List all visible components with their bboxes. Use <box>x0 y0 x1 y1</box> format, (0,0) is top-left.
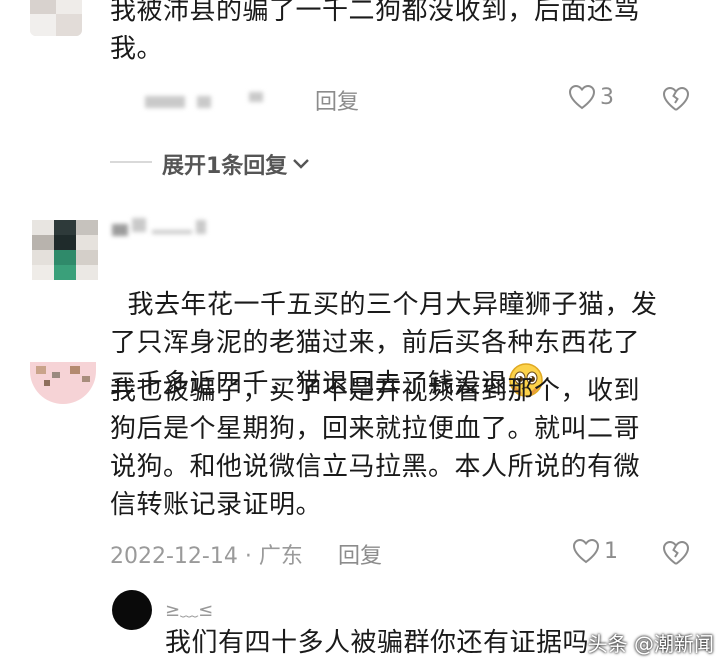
avatar[interactable] <box>112 590 152 630</box>
expand-divider <box>110 161 152 163</box>
comment-text: 我也被骗了，买了不是开视频看到那个，收到 狗后是个星期狗，回来就拉便血了。就叫二… <box>110 376 641 520</box>
chevron-down-icon <box>291 152 311 177</box>
dislike-button[interactable] <box>662 540 690 570</box>
username <box>112 218 212 240</box>
reply-button[interactable]: 回复 <box>315 84 359 116</box>
like-count: 1 <box>604 538 618 564</box>
avatar[interactable] <box>30 362 96 404</box>
heart-outline-icon <box>572 538 600 564</box>
like-button[interactable]: 1 <box>572 538 618 564</box>
reply-button[interactable]: 回复 <box>338 538 382 570</box>
date-location: 2022-12-14 · 广东 <box>110 544 303 569</box>
like-count: 3 <box>600 84 614 110</box>
comment-text: 我被沛县的骗了一千二狗都没收到，后面还骂 我。 <box>110 0 641 64</box>
expand-label: 展开1条回复 <box>162 154 288 179</box>
broken-heart-icon <box>662 86 690 116</box>
date-location <box>145 92 295 112</box>
broken-heart-icon <box>662 540 690 570</box>
like-button[interactable]: 3 <box>568 84 614 110</box>
watermark: 头条 @潮新闻 <box>587 632 714 656</box>
dislike-button[interactable] <box>662 86 690 116</box>
avatar[interactable] <box>30 0 82 36</box>
avatar[interactable] <box>32 220 98 280</box>
expand-replies-button[interactable]: 展开1条回复 <box>162 148 311 180</box>
heart-outline-icon <box>568 84 596 110</box>
username: ≥﹏≤ <box>165 600 214 621</box>
